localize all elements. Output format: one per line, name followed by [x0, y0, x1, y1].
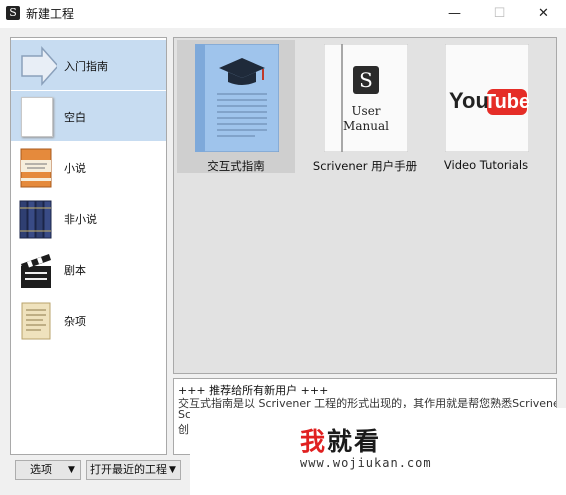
sidebar-item-screenplay[interactable]: 剧本 [11, 244, 166, 294]
watermark-url: www.wojiukan.com [300, 456, 432, 470]
sidebar-item-getting-started[interactable]: 入门指南 [11, 40, 166, 90]
youtube-tube-text: Tube [484, 91, 529, 113]
sidebar-item-label: 入门指南 [64, 60, 108, 73]
template-video-tutorials[interactable]: You Tube Video Tutorials [427, 40, 545, 173]
sidebar-item-label: 小说 [64, 162, 86, 175]
chevron-down-icon: ▼ [169, 465, 176, 475]
user-manual-icon: S User Manual [324, 44, 408, 152]
arrow-icon [21, 46, 57, 86]
sidebar-item-non-fiction[interactable]: 非小说 [11, 193, 166, 243]
sidebar-item-miscellaneous[interactable]: 杂项 [11, 295, 166, 345]
sidebar-item-label: 剧本 [64, 264, 86, 277]
youtube-icon: You Tube [445, 44, 529, 152]
clapperboard-icon [21, 254, 51, 288]
parchment-icon [21, 302, 51, 340]
template-grid: 交互式指南 S User Manual Scrivener 用户手册 You T… [173, 37, 557, 374]
sidebar-item-label: 非小说 [64, 213, 97, 226]
open-recent-label: 打开最近的工程 [90, 463, 167, 476]
scrivener-app-icon: S [6, 6, 20, 20]
user-manual-text-1: User [351, 104, 380, 118]
sidebar-item-fiction[interactable]: 小说 [11, 142, 166, 192]
sidebar-item-label: 空白 [64, 111, 86, 124]
graduation-cap-icon [195, 44, 279, 152]
watermark-black-chars: 就看 [327, 427, 382, 456]
template-user-manual[interactable]: S User Manual Scrivener 用户手册 [306, 40, 424, 173]
sidebar-item-label: 杂项 [64, 315, 86, 328]
category-sidebar: 入门指南 空白 小说 非小说 剧本 杂项 [10, 37, 167, 455]
title-bar: S 新建工程 — ☐ ✕ [0, 0, 566, 28]
template-caption: 交互式指南 [207, 159, 265, 173]
open-recent-button[interactable]: 打开最近的工程 ▼ [86, 460, 181, 480]
options-label: 选项 [30, 463, 52, 476]
watermark-overlay: 我就看 www.wojiukan.com [190, 408, 566, 495]
minimize-button[interactable]: — [432, 0, 477, 28]
template-caption: Video Tutorials [443, 158, 529, 172]
maximize-button[interactable]: ☐ [477, 0, 522, 28]
user-manual-text-2: Manual [343, 119, 389, 133]
novel-book-icon [20, 148, 52, 188]
template-caption: Scrivener 用户手册 [312, 159, 418, 173]
watermark-red-char: 我 [300, 427, 328, 456]
description-line: 创 [178, 423, 189, 436]
svg-text:S: S [359, 68, 373, 92]
blank-page-icon [21, 97, 53, 137]
books-icon [19, 200, 52, 239]
template-interactive-tutorial[interactable]: 交互式指南 [177, 40, 295, 173]
chevron-down-icon: ▼ [68, 465, 75, 475]
watermark-logo: 我就看 [300, 422, 381, 458]
window-title: 新建工程 [26, 7, 75, 21]
close-button[interactable]: ✕ [521, 0, 566, 28]
options-button[interactable]: 选项 ▼ [15, 460, 81, 480]
sidebar-item-blank[interactable]: 空白 [11, 91, 166, 141]
